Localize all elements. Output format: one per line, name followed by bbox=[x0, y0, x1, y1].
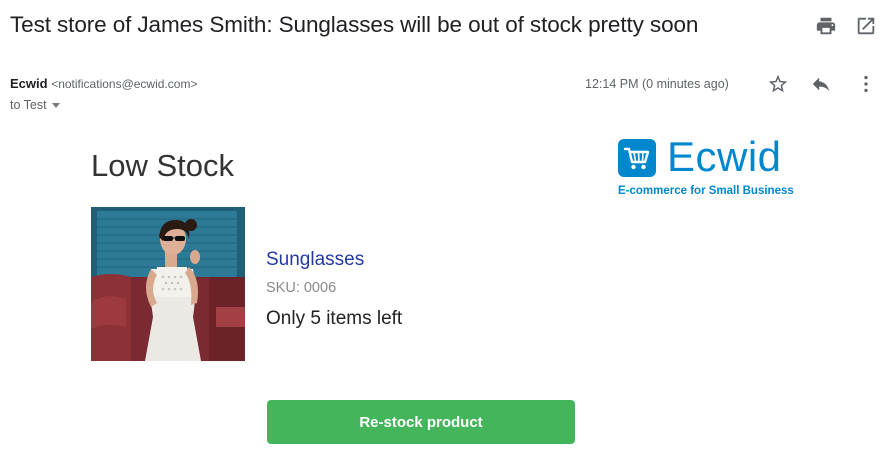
email-timestamp: 12:14 PM (0 minutes ago) bbox=[585, 77, 729, 91]
print-icon[interactable] bbox=[815, 15, 837, 37]
email-subject: Test store of James Smith: Sunglasses wi… bbox=[10, 12, 699, 37]
caret-down-icon[interactable] bbox=[51, 103, 60, 109]
shopping-cart-icon bbox=[618, 139, 656, 177]
email-heading: Low Stock bbox=[91, 148, 235, 183]
sender-line: Ecwid <notifications@ecwid.com> bbox=[10, 76, 197, 91]
product-image[interactable] bbox=[91, 207, 245, 361]
restock-product-button[interactable]: Re-stock product bbox=[267, 400, 575, 444]
ecwid-logo[interactable]: Ecwid E-commerce for Small Business bbox=[618, 133, 808, 202]
logo-wordmark: Ecwid bbox=[667, 133, 782, 180]
more-vertical-icon[interactable] bbox=[855, 73, 877, 95]
sender-email: <notifications@ecwid.com> bbox=[51, 77, 198, 91]
star-icon[interactable] bbox=[767, 73, 789, 95]
product-sku: SKU: 0006 bbox=[266, 280, 337, 296]
open-in-new-window-icon[interactable] bbox=[855, 15, 877, 37]
stock-message: Only 5 items left bbox=[266, 308, 403, 329]
recipient-label: to Test bbox=[10, 98, 47, 112]
reply-icon[interactable] bbox=[810, 73, 832, 95]
product-name-link[interactable]: Sunglasses bbox=[266, 249, 364, 271]
recipient-details-toggle[interactable]: to Test bbox=[10, 98, 60, 112]
sender-name[interactable]: Ecwid bbox=[10, 76, 48, 91]
logo-tagline: E-commerce for Small Business bbox=[618, 185, 794, 197]
